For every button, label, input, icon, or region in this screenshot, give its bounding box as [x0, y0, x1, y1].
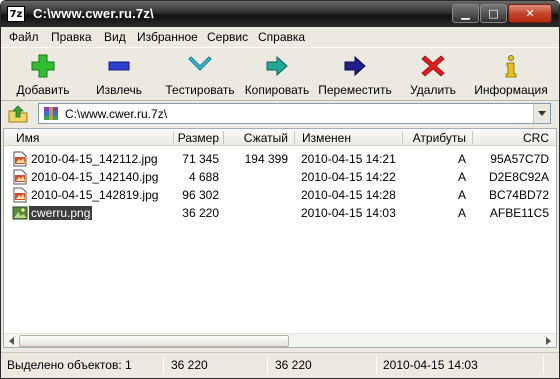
address-dropdown-button[interactable] [533, 104, 550, 123]
delete-x-icon [421, 55, 445, 77]
extract-button[interactable]: Извлечь [86, 52, 152, 98]
file-attributes: A [457, 188, 466, 202]
info-button[interactable]: Информация [473, 52, 549, 98]
selected-file-name: cwerru.png [29, 206, 93, 220]
file-attributes: A [457, 206, 466, 220]
menu-file[interactable]: Файл [9, 30, 39, 44]
file-crc: D2E8C92A [488, 170, 549, 184]
table-row-selected[interactable]: cwerru.png 36 220 2010-04-15 14:03 A AFB… [4, 204, 556, 222]
file-attributes: A [457, 152, 466, 166]
add-button[interactable]: Добавить [7, 52, 79, 98]
delete-label: Удалить [410, 83, 456, 97]
status-size: 36 220 [171, 358, 208, 372]
address-bar: C:\www.cwer.ru.7z\ [1, 101, 559, 127]
add-label: Добавить [16, 83, 70, 97]
table-row[interactable]: 2010-04-15_142819.jpg 96 302 2010-04-15 … [4, 186, 556, 204]
file-name: cwerru.png [29, 206, 93, 220]
status-divider [163, 356, 164, 374]
file-attributes: A [457, 170, 466, 184]
file-modified: 2010-04-15 14:21 [301, 152, 396, 166]
toolbar: Добавить Извлечь Тестировать Копировать … [1, 47, 559, 101]
minus-icon [108, 61, 130, 71]
chevron-down-icon [188, 56, 212, 71]
copy-button[interactable]: Копировать [241, 52, 313, 98]
extract-label: Извлечь [95, 83, 142, 97]
status-divider [267, 356, 268, 374]
title-bar[interactable]: 7z C:\www.cwer.ru.7z\ ▁ □ ✕ [1, 1, 559, 27]
test-button[interactable]: Тестировать [160, 52, 240, 98]
maximize-button[interactable]: □ [480, 4, 507, 23]
file-crc: BC74BD72 [488, 188, 549, 202]
copy-label: Копировать [244, 83, 310, 97]
address-field[interactable]: C:\www.cwer.ru.7z\ [38, 103, 551, 124]
scroll-left-icon[interactable] [5, 335, 19, 347]
move-label: Переместить [318, 83, 392, 97]
status-packed: 36 220 [275, 358, 312, 372]
list-header: Имя Размер Сжатый Изменен Атрибуты CRC [4, 129, 556, 146]
file-size: 4 688 [188, 170, 219, 184]
delete-button[interactable]: Удалить [401, 52, 465, 98]
file-name: 2010-04-15_142819.jpg [31, 188, 159, 202]
plus-icon [31, 54, 55, 78]
app-window: 7z C:\www.cwer.ru.7z\ ▁ □ ✕ Файл Правка … [0, 0, 560, 379]
file-list[interactable]: Имя Размер Сжатый Изменен Атрибуты CRC 2… [3, 128, 557, 348]
menu-tools[interactable]: Сервис [207, 30, 248, 44]
column-header-attributes[interactable]: Атрибуты [403, 131, 466, 145]
column-header-size[interactable]: Размер [174, 131, 219, 145]
move-button[interactable]: Переместить [316, 52, 394, 98]
archive-icon [44, 107, 58, 120]
file-size: 71 345 [182, 152, 219, 166]
info-icon [505, 55, 517, 78]
column-header-crc[interactable]: CRC [473, 131, 549, 145]
file-modified: 2010-04-15 14:03 [301, 206, 396, 220]
up-folder-icon[interactable] [7, 105, 29, 123]
table-row[interactable]: 2010-04-15_142140.jpg 4 688 2010-04-15 1… [4, 168, 556, 186]
file-modified: 2010-04-15 14:22 [301, 170, 396, 184]
minimize-button[interactable]: ▁ [452, 4, 479, 23]
menu-view[interactable]: Вид [104, 30, 126, 44]
status-modified: 2010-04-15 14:03 [383, 358, 478, 372]
table-row[interactable]: 2010-04-15_142112.jpg 71 345 194 399 201… [4, 150, 556, 168]
window-title: C:\www.cwer.ru.7z\ [33, 6, 154, 21]
move-arrow-icon [344, 55, 366, 77]
file-modified: 2010-04-15 14:28 [301, 188, 396, 202]
menu-favorites[interactable]: Избранное [137, 30, 198, 44]
copy-arrow-icon [266, 55, 288, 77]
status-divider [543, 356, 544, 374]
jpg-file-icon [13, 151, 27, 167]
column-header-name[interactable]: Имя [16, 131, 39, 145]
file-size: 96 302 [182, 188, 219, 202]
file-packed: 194 399 [244, 152, 288, 166]
scrollbar-thumb[interactable] [19, 335, 289, 347]
png-file-icon [12, 206, 28, 220]
file-crc: AFBE11C5 [489, 206, 549, 220]
file-size: 36 220 [182, 206, 219, 220]
address-path: C:\www.cwer.ru.7z\ [65, 107, 168, 121]
status-divider [376, 356, 377, 374]
column-divider[interactable] [294, 131, 295, 144]
file-crc: 95A57C7D [490, 152, 549, 166]
jpg-file-icon [13, 169, 27, 185]
app-7zip-icon: 7z [7, 6, 25, 22]
status-selected-count: Выделено объектов: 1 [7, 358, 132, 372]
close-button[interactable]: ✕ [508, 4, 552, 23]
test-label: Тестировать [165, 83, 235, 97]
scroll-right-icon[interactable] [541, 335, 555, 347]
menu-edit[interactable]: Правка [51, 30, 92, 44]
status-bar: Выделено объектов: 1 36 220 36 220 2010-… [1, 352, 559, 378]
menu-help[interactable]: Справка [258, 30, 305, 44]
file-name: 2010-04-15_142140.jpg [31, 170, 159, 184]
column-header-modified[interactable]: Изменен [302, 131, 351, 145]
menu-bar: Файл Правка Вид Избранное Сервис Справка [1, 27, 559, 47]
file-name: 2010-04-15_142112.jpg [31, 152, 158, 166]
jpg-file-icon [13, 187, 27, 203]
horizontal-scrollbar[interactable] [4, 333, 556, 347]
info-label: Информация [474, 83, 548, 97]
column-header-packed[interactable]: Сжатый [224, 131, 288, 145]
